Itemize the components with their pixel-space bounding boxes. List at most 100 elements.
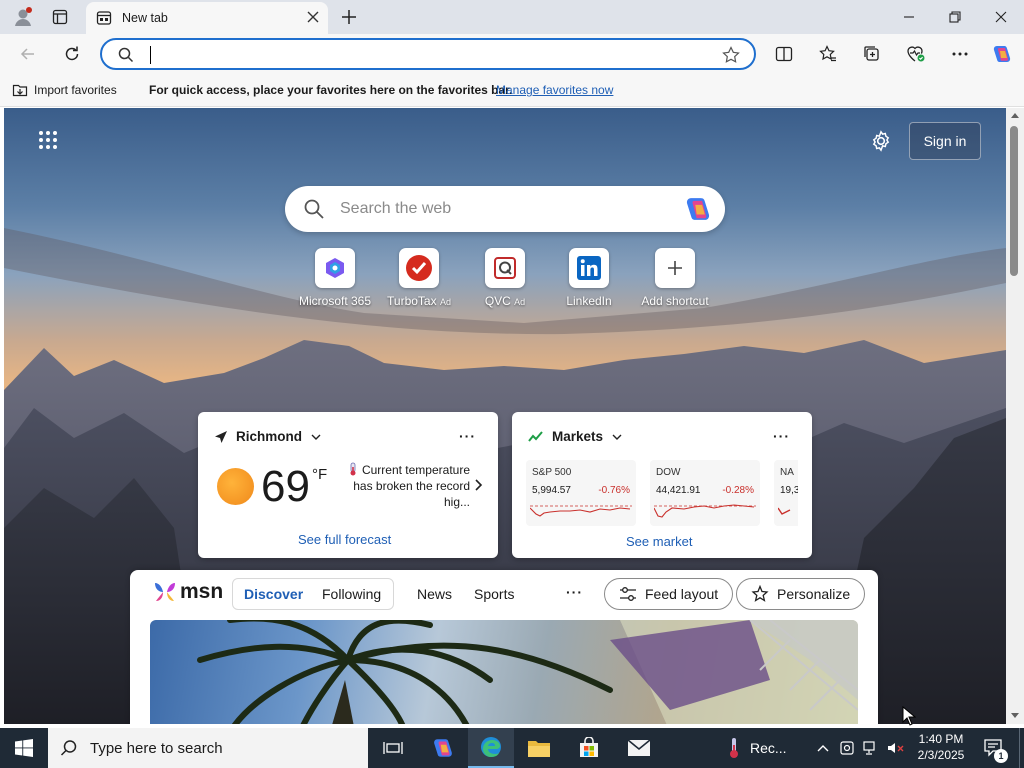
- toolbar: [0, 34, 1024, 74]
- tab-news[interactable]: News: [417, 586, 452, 602]
- taskbar: Type here to search Rec... 1:40 PM 2/3/2…: [0, 728, 1024, 768]
- web-search-box[interactable]: Search the web: [285, 186, 725, 232]
- tray-meet-now-button[interactable]: [836, 728, 858, 768]
- tray-network-button[interactable]: [860, 728, 882, 768]
- taskbar-copilot-button[interactable]: [420, 728, 466, 768]
- linkedin-tile: [569, 248, 609, 288]
- weather-location: Richmond: [236, 429, 302, 444]
- notification-count-badge: 1: [994, 749, 1008, 763]
- import-folder-icon: [12, 84, 28, 97]
- webcam-icon: [840, 741, 854, 755]
- search-icon: [304, 199, 324, 219]
- start-button[interactable]: [0, 728, 48, 768]
- shortcut-turbotax[interactable]: TurboTax Ad: [374, 248, 464, 308]
- copilot-search-button[interactable]: [683, 194, 713, 227]
- tab-actions-button[interactable]: [44, 0, 76, 34]
- scrollbar-thumb[interactable]: [1010, 126, 1018, 276]
- browser-essentials-button[interactable]: [900, 38, 932, 70]
- app-launcher-button[interactable]: [38, 130, 58, 153]
- feed-layout-label: Feed layout: [645, 586, 719, 602]
- sunny-weather-icon: [217, 468, 254, 505]
- weather-more-button[interactable]: ···: [459, 428, 476, 444]
- tab-sports[interactable]: Sports: [474, 586, 514, 602]
- shortcut-label: QVC: [484, 294, 511, 308]
- text-caret: [150, 46, 151, 64]
- ticker-nasdaq[interactable]: NA 19,3: [774, 460, 798, 526]
- show-hidden-icons-button[interactable]: [812, 728, 834, 768]
- favorites-bar: Import favorites For quick access, place…: [0, 74, 1024, 107]
- copilot-button[interactable]: [986, 38, 1018, 70]
- chevron-down-icon: [311, 434, 321, 440]
- msn-wordmark: msn: [180, 580, 224, 603]
- see-market-link[interactable]: See market: [626, 534, 692, 549]
- tray-volume-button[interactable]: [884, 728, 908, 768]
- taskbar-mail-button[interactable]: [616, 728, 662, 768]
- turbotax-check-icon: [406, 255, 432, 281]
- split-screen-button[interactable]: [768, 38, 800, 70]
- weather-card[interactable]: Richmond ··· 69 °F Current temperature h…: [198, 412, 498, 558]
- favorite-star-icon[interactable]: [722, 46, 740, 64]
- ticker-sp500[interactable]: S&P 500 5,994.57 -0.76%: [526, 460, 636, 526]
- notification-center-button[interactable]: 1: [974, 728, 1014, 768]
- shortcut-microsoft-365[interactable]: Microsoft 365: [290, 248, 380, 308]
- close-icon: [307, 11, 319, 23]
- address-bar[interactable]: [100, 38, 756, 70]
- manage-favorites-link[interactable]: Manage favorites now: [496, 83, 613, 97]
- system-clock[interactable]: 1:40 PM 2/3/2025: [912, 731, 970, 763]
- clock-date: 2/3/2025: [917, 748, 965, 762]
- news-hero-image[interactable]: [150, 620, 858, 724]
- task-view-icon: [383, 742, 403, 754]
- close-window-button[interactable]: [978, 0, 1024, 34]
- shortcut-qvc[interactable]: QVC Ad: [460, 248, 550, 308]
- copilot-icon: [434, 739, 452, 757]
- msn-logo[interactable]: msn: [152, 580, 223, 604]
- profile-button[interactable]: [6, 0, 40, 34]
- scroll-up-arrow-icon[interactable]: [1010, 111, 1020, 119]
- settings-and-more-button[interactable]: [944, 38, 976, 70]
- favorites-button[interactable]: [812, 38, 844, 70]
- ticker-change: -0.76%: [598, 485, 630, 496]
- tab-close-button[interactable]: [306, 10, 320, 27]
- location-arrow-icon: [215, 430, 227, 443]
- personalize-label: Personalize: [777, 586, 851, 602]
- ticker-value: 44,421.91: [656, 485, 701, 496]
- back-button[interactable]: [12, 38, 44, 70]
- tab-following[interactable]: Following: [322, 586, 381, 602]
- taskbar-file-explorer-button[interactable]: [516, 728, 562, 768]
- more-tabs-button[interactable]: ···: [566, 584, 583, 600]
- taskbar-weather-widget[interactable]: Rec...: [728, 728, 798, 768]
- taskbar-search-box[interactable]: Type here to search: [48, 728, 368, 768]
- shortcut-linkedin[interactable]: LinkedIn: [544, 248, 634, 308]
- volume-muted-icon: [888, 743, 904, 753]
- shortcut-label: LinkedIn: [566, 294, 612, 308]
- title-bar: New tab: [0, 0, 1024, 34]
- new-tab-button[interactable]: [334, 0, 364, 34]
- page-scrollbar[interactable]: [1006, 108, 1024, 724]
- tab-discover[interactable]: Discover: [244, 586, 303, 602]
- import-favorites-button[interactable]: Import favorites: [12, 82, 117, 98]
- collections-button[interactable]: [856, 38, 888, 70]
- mail-envelope-icon: [627, 739, 651, 756]
- edge-browser-icon: [481, 737, 501, 757]
- restore-button[interactable]: [932, 0, 978, 34]
- ticker-value: 5,994.57: [532, 485, 571, 496]
- tab-new-tab[interactable]: New tab: [86, 2, 328, 34]
- personalize-button[interactable]: Personalize: [736, 578, 866, 610]
- taskbar-edge-button[interactable]: [468, 728, 514, 768]
- weather-location-selector[interactable]: Richmond: [214, 429, 322, 444]
- weather-alert[interactable]: Current temperature has broken the recor…: [338, 462, 470, 510]
- page-settings-button[interactable]: [870, 130, 892, 155]
- scroll-down-arrow-icon[interactable]: [1010, 712, 1020, 720]
- markets-card[interactable]: Markets ··· S&P 500 5,994.57 -0.76% DOW …: [512, 412, 812, 558]
- minimize-button[interactable]: [886, 0, 932, 34]
- ticker-dow[interactable]: DOW 44,421.91 -0.28%: [650, 460, 760, 526]
- task-view-button[interactable]: [370, 728, 416, 768]
- see-full-forecast-link[interactable]: See full forecast: [298, 532, 391, 547]
- refresh-button[interactable]: [56, 38, 88, 70]
- feed-layout-button[interactable]: Feed layout: [604, 578, 734, 610]
- taskbar-store-button[interactable]: [566, 728, 612, 768]
- add-shortcut-button[interactable]: Add shortcut: [630, 248, 720, 308]
- sign-in-button[interactable]: Sign in: [909, 122, 981, 160]
- weather-next-button[interactable]: [474, 478, 484, 495]
- show-desktop-button[interactable]: [1019, 728, 1024, 768]
